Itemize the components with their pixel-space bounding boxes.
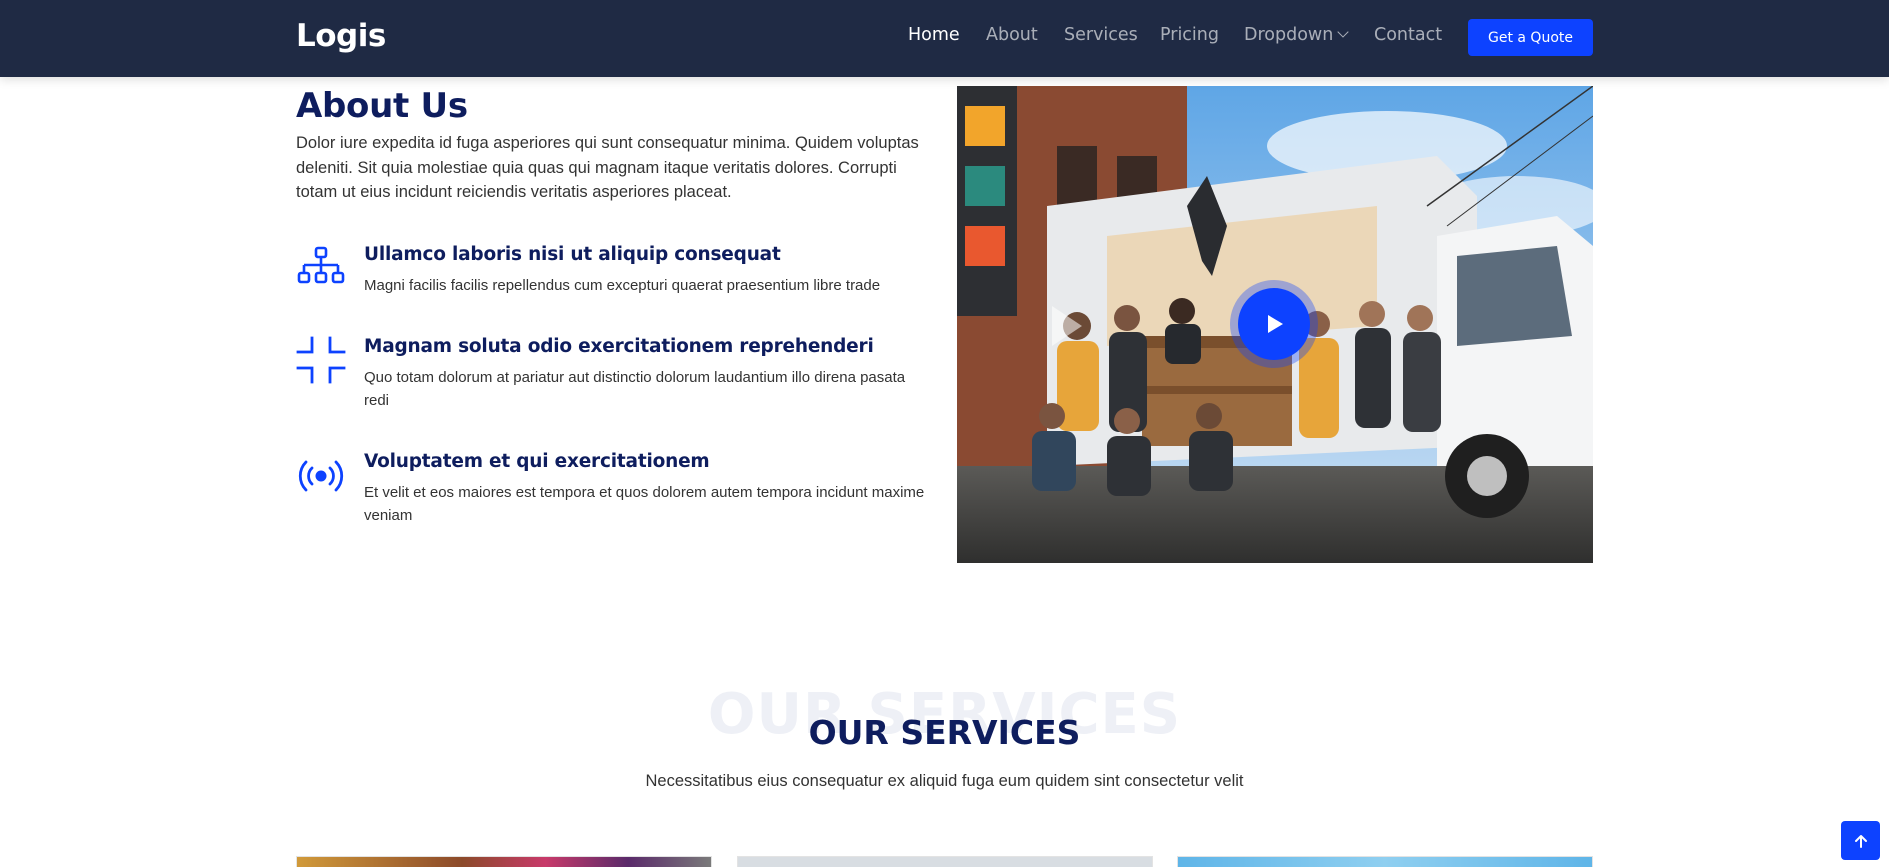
diagram-3-icon [297,246,345,284]
services-subtitle: Necessitatibus eius consequatur ex aliqu… [645,772,1244,790]
feature-title: Ullamco laboris nisi ut aliquip consequa… [364,244,781,265]
nav-dropdown-label: Dropdown [1244,25,1334,45]
nav-services[interactable]: Services [1064,25,1138,45]
about-description: Dolor iure expedita id fuga asperiores q… [296,134,919,201]
play-icon [1268,315,1283,333]
feature-text: Et velit et eos maiores est tempora et q… [364,484,925,524]
service-card-image[interactable] [737,856,1153,867]
nav-about[interactable]: About [986,25,1038,45]
feature-title: Magnam soluta odio exercitationem repreh… [364,336,874,357]
site-header: Logis Home About Services Pricing Dropdo… [0,0,1889,77]
get-a-quote-button[interactable]: Get a Quote [1468,19,1593,56]
play-video-button[interactable] [1238,288,1310,360]
broadcast-icon [298,460,344,492]
logo[interactable]: Logis [296,18,386,54]
service-card-image[interactable] [296,856,712,867]
nav-contact[interactable]: Contact [1374,25,1442,45]
arrow-up-icon [1854,834,1867,848]
scroll-top-button[interactable] [1841,821,1880,860]
feature-text: Magni facilis facilis repellendus cum ex… [364,277,881,294]
fullscreen-exit-icon [296,336,346,384]
nav-dropdown[interactable]: Dropdown [1244,25,1349,45]
feature-title: Voluptatem et qui exercitationem [364,451,710,472]
service-card-image[interactable] [1177,856,1593,867]
chevron-down-icon [1337,26,1349,38]
nav-pricing[interactable]: Pricing [1160,25,1219,45]
services-title: OUR SERVICES [808,713,1081,752]
about-title: About Us [296,86,468,126]
nav-home[interactable]: Home [908,25,960,45]
feature-text: Quo totam dolorum at pariatur aut distin… [364,369,906,409]
